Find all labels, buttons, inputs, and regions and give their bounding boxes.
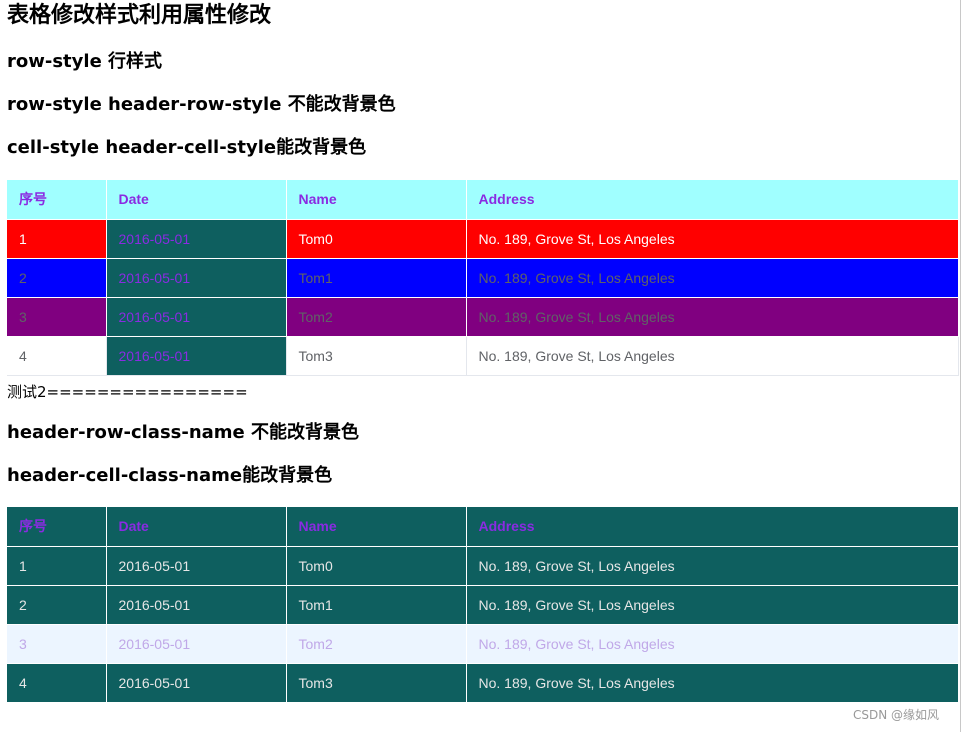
- cell-date: 2016-05-01: [106, 663, 287, 703]
- cell-address: No. 189, Grove St, Los Angeles: [466, 297, 959, 337]
- cell-date: 2016-05-01: [106, 297, 287, 337]
- cell-date: 2016-05-01: [106, 585, 287, 625]
- column-header-date[interactable]: Date: [106, 507, 287, 547]
- table-header-row: 序号 Date Name Address: [7, 180, 959, 220]
- cell-index: 2: [7, 585, 107, 625]
- column-header-name[interactable]: Name: [286, 180, 467, 220]
- column-header-index[interactable]: 序号: [7, 180, 107, 220]
- cell-name: Tom1: [286, 258, 467, 298]
- cell-name: Tom3: [286, 336, 467, 376]
- cell-index: 4: [7, 336, 107, 376]
- table-row-style: 序号 Date Name Address 1 2016-05-01 Tom0 N…: [7, 180, 959, 376]
- cell-date: 2016-05-01: [106, 258, 287, 298]
- cell-name: Tom3: [286, 663, 467, 703]
- cell-date: 2016-05-01: [106, 219, 287, 259]
- cell-index: 4: [7, 663, 107, 703]
- cell-name: Tom2: [286, 624, 467, 664]
- table-header-row: 序号 Date Name Address: [7, 507, 959, 547]
- table-row[interactable]: 4 2016-05-01 Tom3 No. 189, Grove St, Los…: [7, 663, 959, 703]
- table-row[interactable]: 2 2016-05-01 Tom1 No. 189, Grove St, Los…: [7, 258, 959, 298]
- table-row-hovered[interactable]: 3 2016-05-01 Tom2 No. 189, Grove St, Los…: [7, 624, 959, 664]
- cell-name: Tom1: [286, 585, 467, 625]
- table-row[interactable]: 4 2016-05-01 Tom3 No. 189, Grove St, Los…: [7, 336, 959, 376]
- cell-address: No. 189, Grove St, Los Angeles: [466, 336, 959, 376]
- cell-date: 2016-05-01: [106, 336, 287, 376]
- cell-index: 3: [7, 297, 107, 337]
- cell-address: No. 189, Grove St, Los Angeles: [466, 624, 959, 664]
- page-title: 表格修改样式利用属性修改: [7, 3, 272, 28]
- column-header-index[interactable]: 序号: [7, 507, 107, 547]
- section-heading-header-row-class: header-row-class-name 不能改背景色: [7, 422, 360, 443]
- cell-date: 2016-05-01: [106, 624, 287, 664]
- cell-date: 2016-05-01: [106, 546, 287, 586]
- table-row[interactable]: 2 2016-05-01 Tom1 No. 189, Grove St, Los…: [7, 585, 959, 625]
- column-header-address[interactable]: Address: [466, 180, 959, 220]
- watermark: CSDN @缘如风: [853, 708, 940, 722]
- table-row[interactable]: 1 2016-05-01 Tom0 No. 189, Grove St, Los…: [7, 546, 959, 586]
- cell-address: No. 189, Grove St, Los Angeles: [466, 219, 959, 259]
- column-header-address[interactable]: Address: [466, 507, 959, 547]
- cell-index: 2: [7, 258, 107, 298]
- section-heading-header-row-style: row-style header-row-style 不能改背景色: [7, 94, 396, 115]
- section-heading-header-cell-class: header-cell-class-name能改背景色: [7, 465, 333, 486]
- cell-index: 1: [7, 546, 107, 586]
- section-heading-cell-style: cell-style header-cell-style能改背景色: [7, 137, 367, 158]
- table-row[interactable]: 1 2016-05-01 Tom0 No. 189, Grove St, Los…: [7, 219, 959, 259]
- cell-address: No. 189, Grove St, Los Angeles: [466, 585, 959, 625]
- cell-name: Tom0: [286, 219, 467, 259]
- cell-address: No. 189, Grove St, Los Angeles: [466, 663, 959, 703]
- cell-address: No. 189, Grove St, Los Angeles: [466, 546, 959, 586]
- cell-index: 3: [7, 624, 107, 664]
- cell-index: 1: [7, 219, 107, 259]
- column-header-date[interactable]: Date: [106, 180, 287, 220]
- cell-name: Tom2: [286, 297, 467, 337]
- table-class-name: 序号 Date Name Address 1 2016-05-01 Tom0 N…: [7, 507, 959, 703]
- page-right-edge: [960, 0, 961, 732]
- column-header-name[interactable]: Name: [286, 507, 467, 547]
- section-heading-row-style: row-style 行样式: [7, 51, 163, 72]
- cell-address: No. 189, Grove St, Los Angeles: [466, 258, 959, 298]
- cell-name: Tom0: [286, 546, 467, 586]
- table-row[interactable]: 3 2016-05-01 Tom2 No. 189, Grove St, Los…: [7, 297, 959, 337]
- divider-text: 测试2================: [7, 383, 248, 401]
